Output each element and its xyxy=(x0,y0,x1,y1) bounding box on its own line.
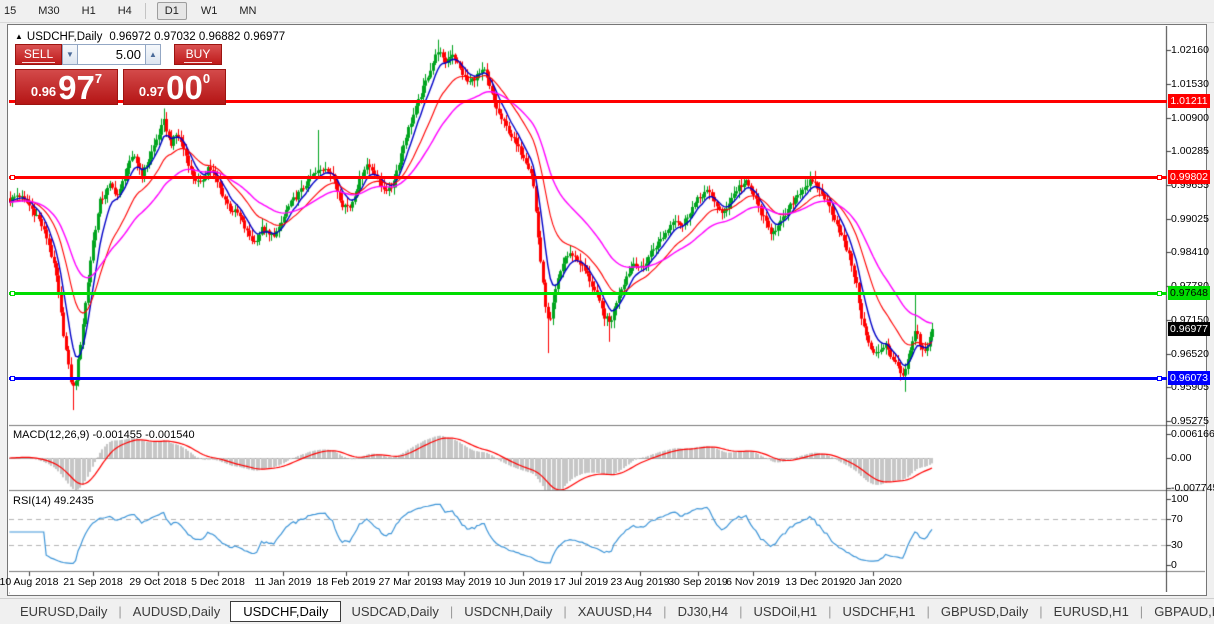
price-axis-tick: 1.02160 xyxy=(1171,44,1209,56)
chart-tab-usdchf-daily[interactable]: USDCHF,Daily xyxy=(230,601,341,622)
line-drag-handle[interactable] xyxy=(10,291,15,296)
line-drag-handle[interactable] xyxy=(1157,291,1162,296)
price-axis-tick: 1.01530 xyxy=(1171,78,1209,90)
timeframe-toolbar: 15 M30 H1 H4 D1 W1 MN xyxy=(0,0,1214,23)
chart-canvas[interactable] xyxy=(9,26,1205,592)
volume-increase-button[interactable]: ▲ xyxy=(145,44,161,65)
tab-separator: | xyxy=(828,604,831,619)
sell-price-display[interactable]: 0.96 97 7 xyxy=(15,69,118,105)
date-label: 23 Aug 2019 xyxy=(611,576,670,588)
buy-price-pip: 0 xyxy=(203,71,210,86)
tab-separator: | xyxy=(926,604,929,619)
date-label: 21 Sep 2018 xyxy=(63,576,123,588)
price-axis-tick: 0.96520 xyxy=(1171,348,1209,360)
current-price-badge: 0.96977 xyxy=(1168,322,1210,336)
toolbar-separator xyxy=(145,3,146,19)
chart-ohlc-values: 0.96972 0.97032 0.96882 0.96977 xyxy=(109,31,285,43)
sell-price-pip: 7 xyxy=(95,71,102,86)
tab-separator: | xyxy=(663,604,666,619)
date-label: 17 Jul 2019 xyxy=(554,576,608,588)
rsi-axis-tick: 30 xyxy=(1171,539,1183,551)
date-label: 20 Jan 2020 xyxy=(844,576,902,588)
timeframe-button-15[interactable]: 15 xyxy=(0,2,24,20)
chart-tab-xauusd-h4[interactable]: XAUUSD,H4 xyxy=(568,602,662,621)
date-label: 18 Feb 2019 xyxy=(317,576,376,588)
chart-tab-usdcad-daily[interactable]: USDCAD,Daily xyxy=(341,602,448,621)
line-drag-handle[interactable] xyxy=(10,175,15,180)
price-axis-tick: 1.00285 xyxy=(1171,145,1209,157)
date-label: 29 Oct 2018 xyxy=(129,576,186,588)
date-label: 13 Dec 2019 xyxy=(785,576,845,588)
buy-price-display[interactable]: 0.97 00 0 xyxy=(123,69,226,105)
date-label: 6 Nov 2019 xyxy=(726,576,780,588)
timeframe-button-d1[interactable]: D1 xyxy=(157,2,187,20)
timeframe-button-w1[interactable]: W1 xyxy=(193,2,226,20)
one-click-trading-panel: SELL ▼ ▲ BUY 0.96 97 7 0.97 00 0 xyxy=(15,44,226,105)
chart-tab-gbpusd-daily[interactable]: GBPUSD,Daily xyxy=(931,602,1038,621)
chart-symbol-label: USDCHF,Daily xyxy=(27,31,102,43)
timeframe-button-h4[interactable]: H4 xyxy=(110,2,140,20)
volume-input[interactable] xyxy=(78,44,145,65)
timeframe-button-mn[interactable]: MN xyxy=(231,2,264,20)
line-drag-handle[interactable] xyxy=(1157,376,1162,381)
date-label: 10 Jun 2019 xyxy=(494,576,552,588)
tab-separator: | xyxy=(1039,604,1042,619)
horizontal-level-line-0.96073[interactable] xyxy=(9,377,1167,380)
horizontal-level-line-0.97648[interactable] xyxy=(9,292,1167,295)
date-label: 11 Jan 2019 xyxy=(254,576,311,588)
spin-down-icon: ▼ xyxy=(66,50,74,59)
spin-up-icon: ▲ xyxy=(149,50,157,59)
macd-axis-tick: 0.006166 xyxy=(1171,428,1214,440)
sell-price-big: 97 xyxy=(58,74,95,102)
date-label: 30 Sep 2019 xyxy=(668,576,728,588)
price-level-badge: 0.97648 xyxy=(1168,286,1210,300)
sell-price-prefix: 0.96 xyxy=(31,84,56,99)
buy-button[interactable]: BUY xyxy=(174,44,222,65)
chart-tab-eurusd-daily[interactable]: EURUSD,Daily xyxy=(10,602,117,621)
line-drag-handle[interactable] xyxy=(1157,175,1162,180)
chart-tab-usdcnh-daily[interactable]: USDCNH,Daily xyxy=(454,602,562,621)
macd-axis-tick: -0.007745 xyxy=(1171,482,1214,494)
date-label: 5 Dec 2018 xyxy=(191,576,245,588)
price-level-badge: 1.01211 xyxy=(1168,94,1210,108)
date-label: 27 Mar 2019 xyxy=(379,576,438,588)
volume-decrease-button[interactable]: ▼ xyxy=(62,44,78,65)
rsi-axis-tick: 70 xyxy=(1171,513,1183,525)
timeframe-button-h1[interactable]: H1 xyxy=(74,2,104,20)
price-axis-tick: 0.99025 xyxy=(1171,213,1209,225)
chart-tab-usdoil-h1[interactable]: USDOil,H1 xyxy=(744,602,828,621)
rsi-axis-tick: 0 xyxy=(1171,559,1177,571)
buy-price-prefix: 0.97 xyxy=(139,84,164,99)
price-axis-tick: 0.98410 xyxy=(1171,246,1209,258)
rsi-indicator-label: RSI(14) 49.2435 xyxy=(13,495,94,507)
date-label: 10 Aug 2018 xyxy=(0,576,58,588)
application-window: 15 M30 H1 H4 D1 W1 MN ▲ USDCHF,Daily 0.96972 0.9… xyxy=(0,0,1214,624)
chart-title: ▲ USDCHF,Daily 0.96972 0.97032 0.96882 0.9… xyxy=(15,31,285,43)
price-level-badge: 0.96073 xyxy=(1168,371,1210,385)
date-label: 3 May 2019 xyxy=(437,576,492,588)
chart-tabs-bar: EURUSD,Daily|AUDUSD,DailyUSDCHF,DailyUSD… xyxy=(0,598,1214,624)
tab-separator: | xyxy=(563,604,566,619)
timeframe-button-m30[interactable]: M30 xyxy=(30,2,67,20)
buy-price-big: 00 xyxy=(166,74,203,102)
price-axis-tick: 1.00900 xyxy=(1171,112,1209,124)
horizontal-level-line-0.99802[interactable] xyxy=(9,176,1167,179)
tab-separator: | xyxy=(739,604,742,619)
line-drag-handle[interactable] xyxy=(10,376,15,381)
rsi-axis-tick: 100 xyxy=(1171,493,1189,505)
tab-separator: | xyxy=(118,604,121,619)
chart-tab-gbpaud-h1[interactable]: GBPAUD,H1 xyxy=(1144,602,1214,621)
chart-tab-audusd-daily[interactable]: AUDUSD,Daily xyxy=(123,602,230,621)
chart-tab-usdchf-h1[interactable]: USDCHF,H1 xyxy=(833,602,926,621)
chart-tab-dj30-h4[interactable]: DJ30,H4 xyxy=(668,602,739,621)
tab-separator: | xyxy=(1140,604,1143,619)
macd-indicator-label: MACD(12,26,9) -0.001455 -0.001540 xyxy=(13,429,195,441)
tab-separator: | xyxy=(450,604,453,619)
price-level-badge: 0.99802 xyxy=(1168,170,1210,184)
chart-tab-eurusd-h1[interactable]: EURUSD,H1 xyxy=(1044,602,1139,621)
sell-button[interactable]: SELL xyxy=(15,44,62,65)
collapse-chart-icon[interactable]: ▲ xyxy=(15,32,23,41)
macd-axis-tick: 0.00 xyxy=(1171,452,1191,464)
price-axis-tick: 0.95275 xyxy=(1171,415,1209,427)
